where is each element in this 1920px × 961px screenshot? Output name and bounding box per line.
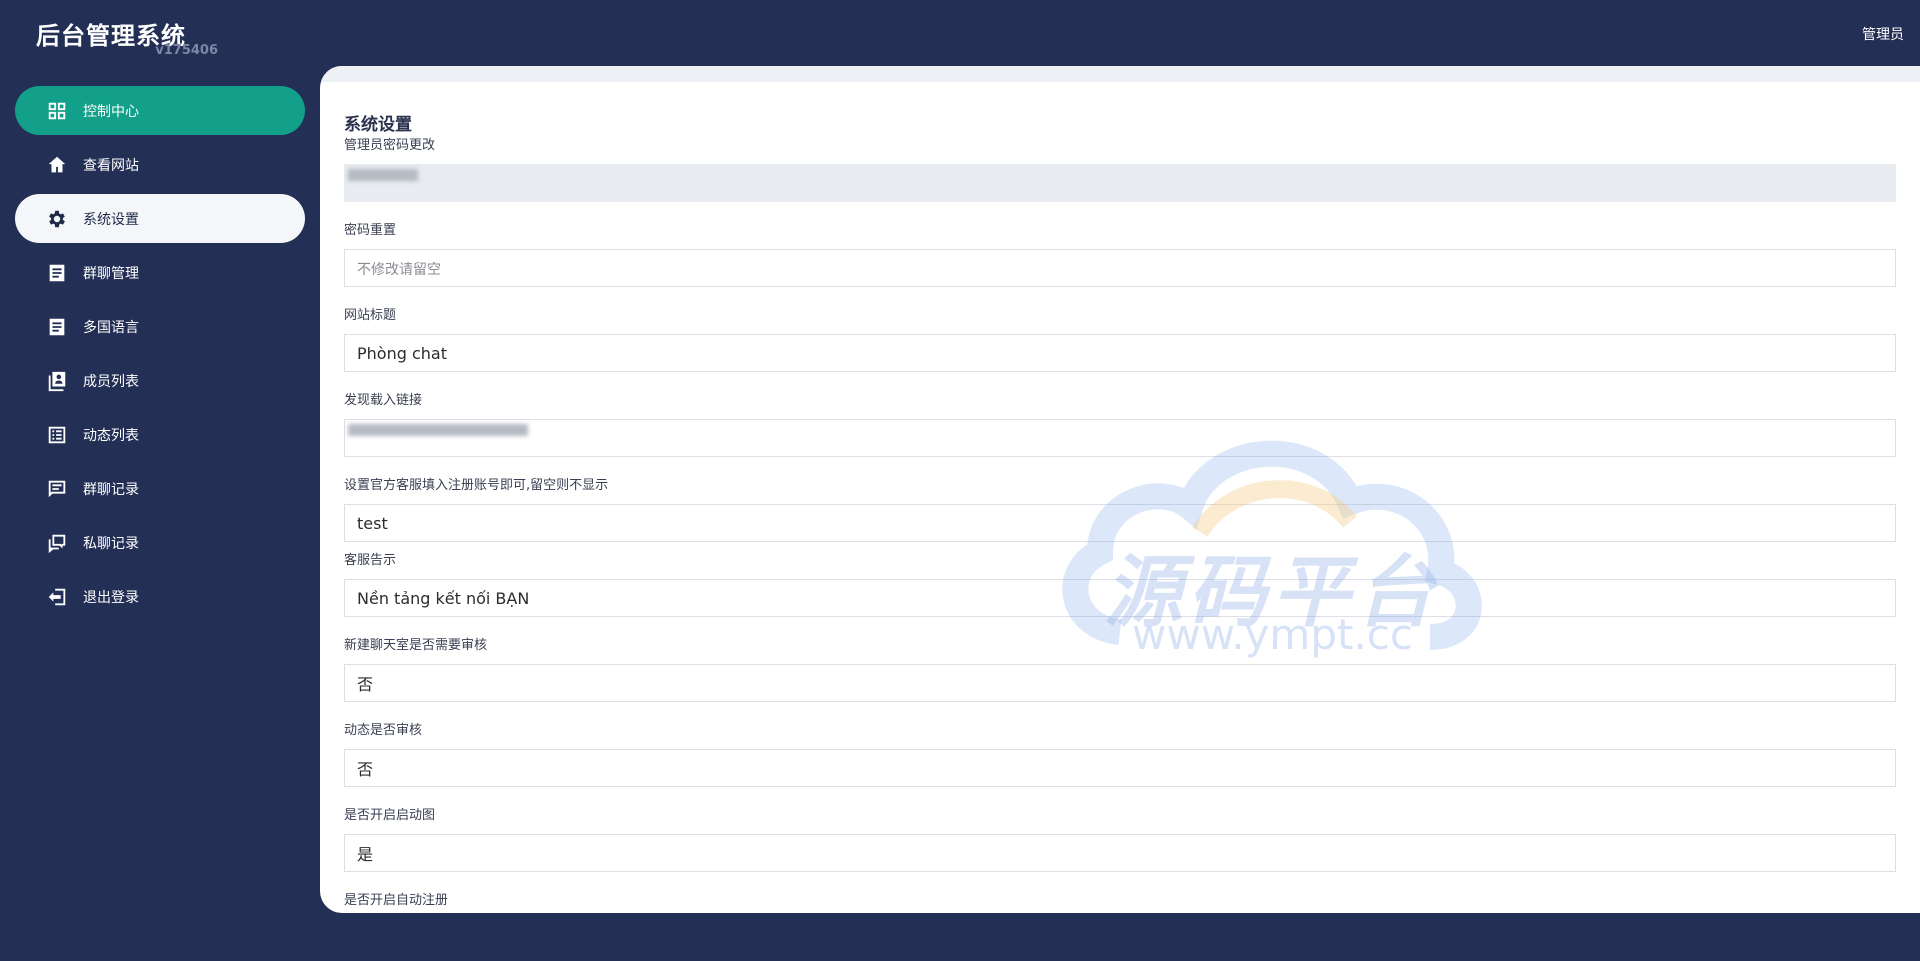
password-reset-field[interactable] bbox=[344, 249, 1896, 287]
service-notice-group: 客服告示 bbox=[344, 552, 1896, 617]
sidebar-item-label: 退出登录 bbox=[83, 589, 139, 606]
password-reset-label: 密码重置 bbox=[344, 223, 397, 238]
download-link-field[interactable] bbox=[344, 419, 1896, 457]
sidebar-item-group-chat[interactable]: 群聊管理 bbox=[15, 248, 305, 297]
settings-form: 系统设置 管理员密码更改 密码重置 网站标题 发现载入链接 bbox=[344, 110, 1896, 913]
list-icon bbox=[45, 423, 69, 447]
auto-register-label: 是否开启自动注册 bbox=[344, 893, 449, 908]
sidebar-item-label: 成员列表 bbox=[83, 373, 139, 390]
redacted-value bbox=[348, 424, 528, 436]
splash-group: 是否开启启动图 bbox=[344, 807, 1896, 872]
app-version: v175406 bbox=[155, 43, 218, 58]
admin-password-wrap bbox=[344, 155, 1896, 202]
new-room-review-group: 新建聊天室是否需要审核 bbox=[344, 637, 1896, 702]
user-menu[interactable]: 管理员 bbox=[1862, 24, 1904, 44]
sidebar-item-label: 多国语言 bbox=[83, 319, 139, 336]
download-link-label: 发现载入链接 bbox=[344, 393, 423, 408]
splash-field[interactable] bbox=[344, 834, 1896, 872]
sidebar-item-group-records[interactable]: 群聊记录 bbox=[15, 464, 305, 513]
splash-label: 是否开启启动图 bbox=[344, 808, 436, 823]
service-notice-label: 客服告示 bbox=[344, 553, 397, 568]
admin-app: 后台管理系统 v175406 管理员 控制中心 查看网站 系统设置 群聊管理 多… bbox=[0, 0, 1920, 961]
brand: 后台管理系统 v175406 bbox=[36, 16, 226, 60]
admin-password-group: 管理员密码更改 bbox=[344, 137, 1896, 202]
redacted-value bbox=[348, 169, 418, 181]
admin-password-label: 管理员密码更改 bbox=[344, 138, 436, 153]
sidebar-item-private-records[interactable]: 私聊记录 bbox=[15, 518, 305, 567]
sidebar-item-dashboard[interactable]: 控制中心 bbox=[15, 86, 305, 135]
sidebar-item-settings[interactable]: 系统设置 bbox=[15, 194, 305, 243]
sidebar-item-label: 私聊记录 bbox=[83, 535, 139, 552]
sidebar-item-label: 群聊管理 bbox=[83, 265, 139, 282]
service-group: 设置官方客服填入注册账号即可,留空则不显示 bbox=[344, 477, 1896, 542]
sidebar-item-label: 群聊记录 bbox=[83, 481, 139, 498]
moment-review-label: 动态是否审核 bbox=[344, 723, 423, 738]
home-icon bbox=[45, 153, 69, 177]
password-reset-group: 密码重置 bbox=[344, 222, 1896, 287]
site-title-field[interactable] bbox=[344, 334, 1896, 372]
sidebar: 控制中心 查看网站 系统设置 群聊管理 多国语言 成员列表 动态列表 群聊记录 … bbox=[0, 86, 320, 626]
site-title-label: 网站标题 bbox=[344, 308, 397, 323]
sidebar-item-label: 查看网站 bbox=[83, 157, 139, 174]
site-title-group: 网站标题 bbox=[344, 307, 1896, 372]
settings-panel: 系统设置 管理员密码更改 密码重置 网站标题 发现载入链接 bbox=[320, 66, 1920, 913]
service-label: 设置官方客服填入注册账号即可,留空则不显示 bbox=[344, 478, 609, 493]
logout-icon bbox=[45, 585, 69, 609]
gear-icon bbox=[45, 207, 69, 231]
chat-icon bbox=[45, 531, 69, 555]
moment-review-group: 动态是否审核 bbox=[344, 722, 1896, 787]
message-icon bbox=[45, 477, 69, 501]
new-room-review-field[interactable] bbox=[344, 664, 1896, 702]
sidebar-item-label: 系统设置 bbox=[83, 211, 139, 228]
sidebar-item-label: 动态列表 bbox=[83, 427, 139, 444]
sidebar-item-members[interactable]: 成员列表 bbox=[15, 356, 305, 405]
new-room-review-label: 新建聊天室是否需要审核 bbox=[344, 638, 488, 653]
dashboard-icon bbox=[45, 99, 69, 123]
sidebar-item-logout[interactable]: 退出登录 bbox=[15, 572, 305, 621]
document-icon bbox=[45, 261, 69, 285]
sidebar-item-moments[interactable]: 动态列表 bbox=[15, 410, 305, 459]
download-link-group: 发现载入链接 bbox=[344, 392, 1896, 457]
page-title: 系统设置 bbox=[344, 115, 412, 135]
service-notice-field[interactable] bbox=[344, 579, 1896, 617]
contacts-icon bbox=[45, 369, 69, 393]
sidebar-item-label: 控制中心 bbox=[83, 103, 139, 120]
document-icon bbox=[45, 315, 69, 339]
admin-password-field[interactable] bbox=[344, 164, 1896, 202]
sidebar-item-languages[interactable]: 多国语言 bbox=[15, 302, 305, 351]
download-link-wrap bbox=[344, 410, 1896, 457]
panel-header-strip bbox=[320, 66, 1920, 82]
service-account-field[interactable] bbox=[344, 504, 1896, 542]
moment-review-field[interactable] bbox=[344, 749, 1896, 787]
auto-register-group: 是否开启自动注册 bbox=[344, 892, 1896, 910]
sidebar-item-view-site[interactable]: 查看网站 bbox=[15, 140, 305, 189]
